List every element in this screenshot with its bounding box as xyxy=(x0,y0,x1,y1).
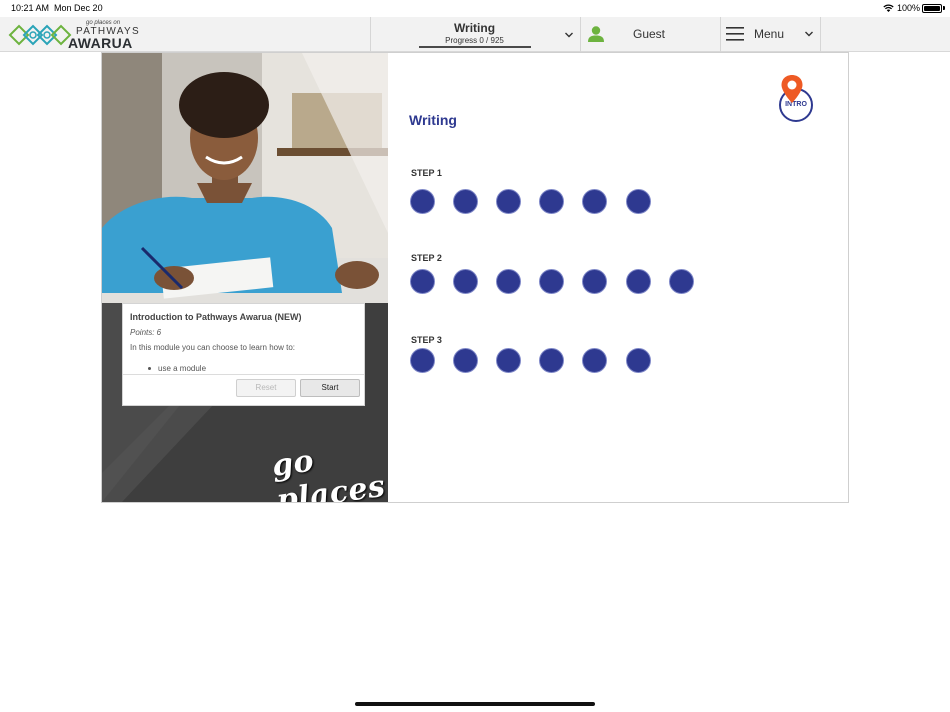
user-icon xyxy=(588,26,604,42)
menu-label: Menu xyxy=(754,27,785,41)
app-header: go places on PATHWAYS AWARUA Writing Pro… xyxy=(0,17,950,52)
card-divider xyxy=(123,374,364,375)
status-right: 100% xyxy=(883,3,920,13)
home-indicator[interactable] xyxy=(355,702,595,706)
divider xyxy=(820,17,821,52)
lesson-node[interactable] xyxy=(410,269,435,294)
lesson-node[interactable] xyxy=(453,269,478,294)
lesson-node[interactable] xyxy=(626,348,651,373)
lesson-node[interactable] xyxy=(582,348,607,373)
lesson-node[interactable] xyxy=(669,269,694,294)
chevron-down-icon xyxy=(565,32,573,38)
battery-tip xyxy=(943,6,945,10)
card-description: In this module you can choose to learn h… xyxy=(130,343,295,352)
module-progress-text: Progress 0 / 925 xyxy=(445,36,504,45)
lesson-node[interactable] xyxy=(582,269,607,294)
logo-awarua: AWARUA xyxy=(68,35,133,51)
location-pin-icon xyxy=(781,75,803,103)
lesson-node[interactable] xyxy=(539,269,564,294)
module-info-card: Introduction to Pathways Awarua (NEW) Po… xyxy=(122,303,365,406)
student-photo xyxy=(102,53,388,502)
lesson-node[interactable] xyxy=(496,189,521,214)
start-button[interactable]: Start xyxy=(300,379,360,397)
lesson-node[interactable] xyxy=(496,269,521,294)
battery-percent: 100% xyxy=(896,3,920,13)
module-selector[interactable]: Writing Progress 0 / 925 xyxy=(371,17,580,52)
lesson-node[interactable] xyxy=(626,269,651,294)
hero-photo-panel: go places Introduction to Pathways Awaru… xyxy=(102,53,388,502)
card-points: Points: 6 xyxy=(130,328,162,337)
step-label: STEP 1 xyxy=(411,168,442,178)
hamburger-icon xyxy=(726,27,744,41)
logo-mark-icon xyxy=(8,24,72,46)
lesson-node[interactable] xyxy=(582,189,607,214)
lesson-node[interactable] xyxy=(496,348,521,373)
lesson-node[interactable] xyxy=(539,348,564,373)
lesson-node[interactable] xyxy=(539,189,564,214)
step-label: STEP 3 xyxy=(411,335,442,345)
module-title: Writing xyxy=(453,21,496,35)
content-title: Writing xyxy=(409,112,457,128)
battery-icon xyxy=(922,4,942,13)
card-bullet: use a module xyxy=(147,364,207,373)
lesson-node[interactable] xyxy=(453,348,478,373)
lesson-node[interactable] xyxy=(410,348,435,373)
lesson-node[interactable] xyxy=(453,189,478,214)
status-bar: 10:21 AM Mon Dec 20 100% xyxy=(0,0,950,16)
wifi-icon xyxy=(883,4,894,12)
pathways-awarua-logo[interactable]: go places on PATHWAYS AWARUA xyxy=(8,18,139,51)
menu-button[interactable]: Menu xyxy=(721,17,821,52)
lesson-node[interactable] xyxy=(410,189,435,214)
reset-button[interactable]: Reset xyxy=(236,379,296,397)
chevron-down-icon xyxy=(805,31,813,37)
lesson-node[interactable] xyxy=(626,189,651,214)
step-label: STEP 2 xyxy=(411,253,442,263)
status-time: 10:21 AM Mon Dec 20 xyxy=(11,3,103,13)
user-account[interactable]: Guest xyxy=(581,17,720,52)
module-frame: go places Introduction to Pathways Awaru… xyxy=(101,52,849,503)
user-name: Guest xyxy=(633,27,666,41)
card-title: Introduction to Pathways Awarua (NEW) xyxy=(130,312,302,322)
progress-bar xyxy=(419,46,531,48)
